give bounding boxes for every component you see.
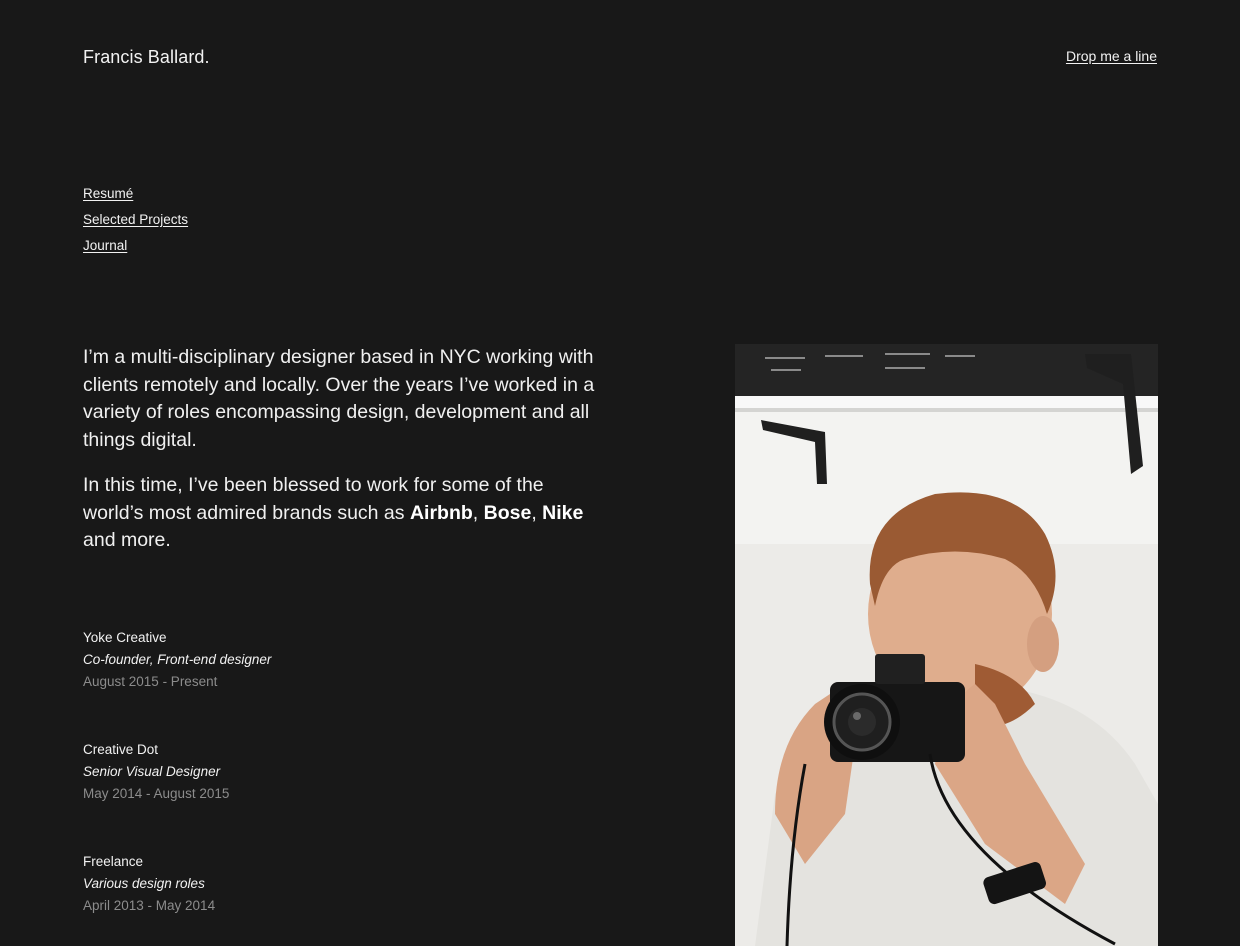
man-with-camera-illustration xyxy=(735,344,1158,946)
main-nav: Resumé Selected Projects Journal xyxy=(83,181,188,259)
contact-link[interactable]: Drop me a line xyxy=(1066,47,1157,65)
intro-paragraph-2-suffix: and more. xyxy=(83,529,171,551)
company-name: Creative Dot xyxy=(83,742,159,757)
job-role: Various design roles xyxy=(83,876,205,891)
experience-list: Yoke Creative Co-founder, Front-end desi… xyxy=(83,627,271,946)
job-role: Co-founder, Front-end designer xyxy=(83,652,272,667)
brand-separator: , xyxy=(472,501,484,524)
job-dates: August 2015 - Present xyxy=(83,674,218,689)
company-name: Freelance xyxy=(83,854,144,869)
brand-nike: Nike xyxy=(542,501,584,524)
experience-item: Creative Dot Senior Visual Designer May … xyxy=(83,739,271,851)
nav-item-journal[interactable]: Journal xyxy=(83,233,188,259)
job-dates: May 2014 - August 2015 xyxy=(83,786,230,801)
job-dates: April 2013 - May 2014 xyxy=(83,898,216,913)
company-name: Yoke Creative xyxy=(83,630,167,645)
brand-separator: , xyxy=(531,501,543,524)
job-role: Senior Visual Designer xyxy=(83,764,221,779)
experience-item: Yoke Creative Co-founder, Front-end desi… xyxy=(83,627,271,739)
experience-item: Freelance Various design roles April 201… xyxy=(83,851,271,946)
portrait-photo xyxy=(735,344,1158,946)
brand-bose: Bose xyxy=(483,501,532,524)
nav-item-resume[interactable]: Resumé xyxy=(83,181,188,207)
brand-airbnb: Airbnb xyxy=(409,501,473,524)
nav-item-selected-projects[interactable]: Selected Projects xyxy=(83,207,188,233)
intro-paragraph-1: I’m a multi-disciplinary designer based … xyxy=(83,346,595,451)
intro: I’m a multi-disciplinary designer based … xyxy=(83,344,603,573)
site-brand[interactable]: Francis Ballard. xyxy=(83,46,210,68)
page: Francis Ballard. Drop me a line Resumé S… xyxy=(0,0,1240,946)
intro-paragraph-2: In this time, I’ve been blessed to work … xyxy=(83,472,603,555)
